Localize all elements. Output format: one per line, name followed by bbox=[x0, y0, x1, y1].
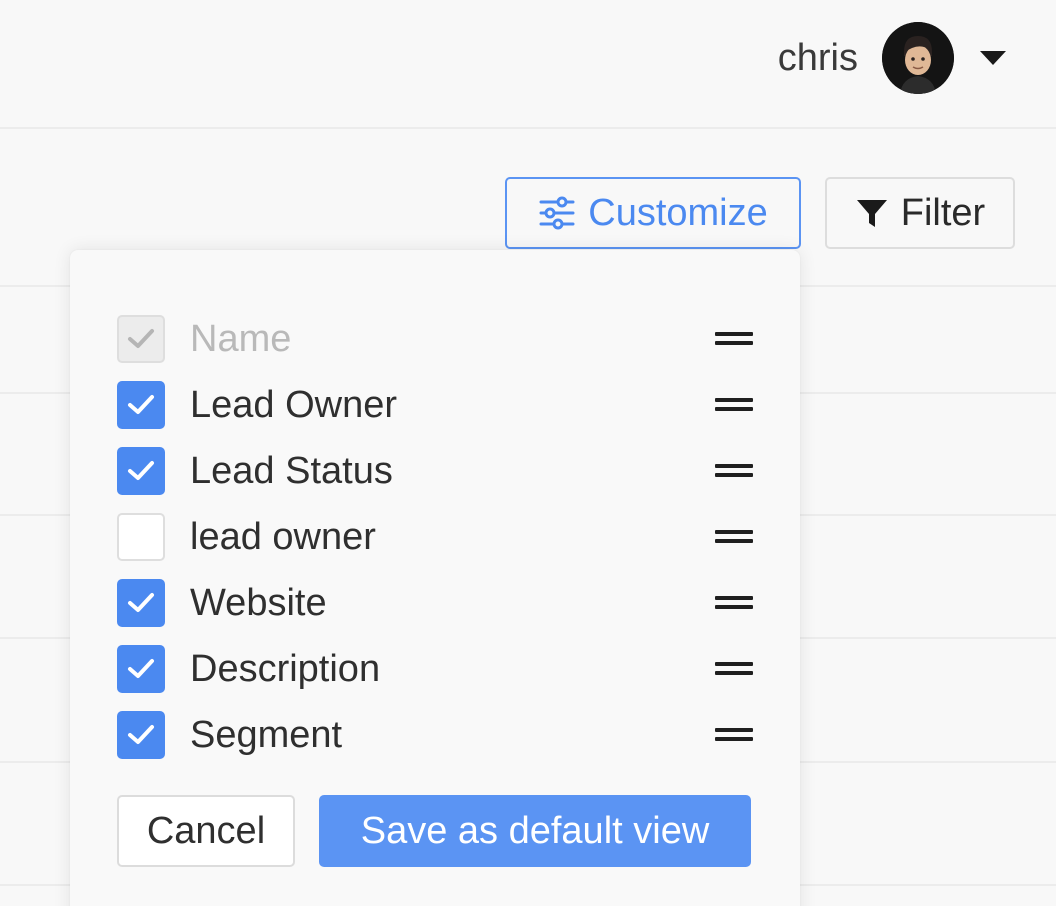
checkmark-icon bbox=[128, 395, 154, 414]
field-label: Website bbox=[190, 581, 327, 624]
field-row: Name bbox=[117, 306, 753, 372]
funnel-icon bbox=[856, 200, 887, 227]
cancel-button[interactable]: Cancel bbox=[117, 795, 295, 867]
customize-panel: Name Lead Owner Lead Status lead owner Websi… bbox=[70, 250, 800, 906]
field-label: Lead Status bbox=[190, 449, 393, 492]
filter-button[interactable]: Filter bbox=[825, 177, 1015, 249]
customize-button-label: Customize bbox=[588, 191, 768, 234]
field-row: lead owner bbox=[117, 504, 753, 570]
filter-button-label: Filter bbox=[900, 191, 986, 234]
drag-handle-icon[interactable] bbox=[715, 726, 753, 744]
field-label: Name bbox=[190, 317, 292, 360]
field-row: Lead Owner bbox=[117, 372, 753, 438]
avatar[interactable] bbox=[882, 22, 954, 94]
field-checkbox[interactable] bbox=[117, 645, 165, 693]
field-checkbox[interactable] bbox=[117, 579, 165, 627]
user-name: chris bbox=[777, 36, 858, 79]
user-avatar-icon bbox=[882, 22, 954, 94]
field-label: Description bbox=[190, 647, 381, 690]
sliders-icon bbox=[539, 196, 575, 230]
checkmark-icon bbox=[128, 329, 154, 348]
field-label: Lead Owner bbox=[190, 383, 398, 426]
field-checkbox bbox=[117, 315, 165, 363]
field-checkbox[interactable] bbox=[117, 381, 165, 429]
checkmark-icon bbox=[128, 659, 154, 678]
checkmark-icon bbox=[128, 461, 154, 480]
customize-button[interactable]: Customize bbox=[505, 177, 801, 249]
drag-handle-icon[interactable] bbox=[715, 594, 753, 612]
drag-handle-icon[interactable] bbox=[715, 330, 753, 348]
caret-down-icon[interactable] bbox=[980, 51, 1006, 65]
field-row: Lead Status bbox=[117, 438, 753, 504]
checkmark-icon bbox=[128, 725, 154, 744]
user-menu[interactable]: chris bbox=[778, 22, 1006, 94]
page: chris Customize Filter Name Lead Owner L… bbox=[0, 0, 1056, 906]
field-row: Description bbox=[117, 636, 753, 702]
save-default-view-button[interactable]: Save as default view bbox=[319, 795, 751, 867]
field-row: Website bbox=[117, 570, 753, 636]
drag-handle-icon[interactable] bbox=[715, 528, 753, 546]
drag-handle-icon[interactable] bbox=[715, 396, 753, 414]
field-label: lead owner bbox=[190, 515, 376, 558]
field-checkbox[interactable] bbox=[117, 711, 165, 759]
field-label: Segment bbox=[190, 713, 343, 756]
field-checkbox[interactable] bbox=[117, 513, 165, 561]
field-list: Name Lead Owner Lead Status lead owner Websi… bbox=[117, 306, 753, 768]
field-checkbox[interactable] bbox=[117, 447, 165, 495]
drag-handle-icon[interactable] bbox=[715, 462, 753, 480]
header-divider bbox=[0, 127, 1056, 129]
checkmark-icon bbox=[128, 593, 154, 612]
field-row: Segment bbox=[117, 702, 753, 768]
drag-handle-icon[interactable] bbox=[715, 660, 753, 678]
